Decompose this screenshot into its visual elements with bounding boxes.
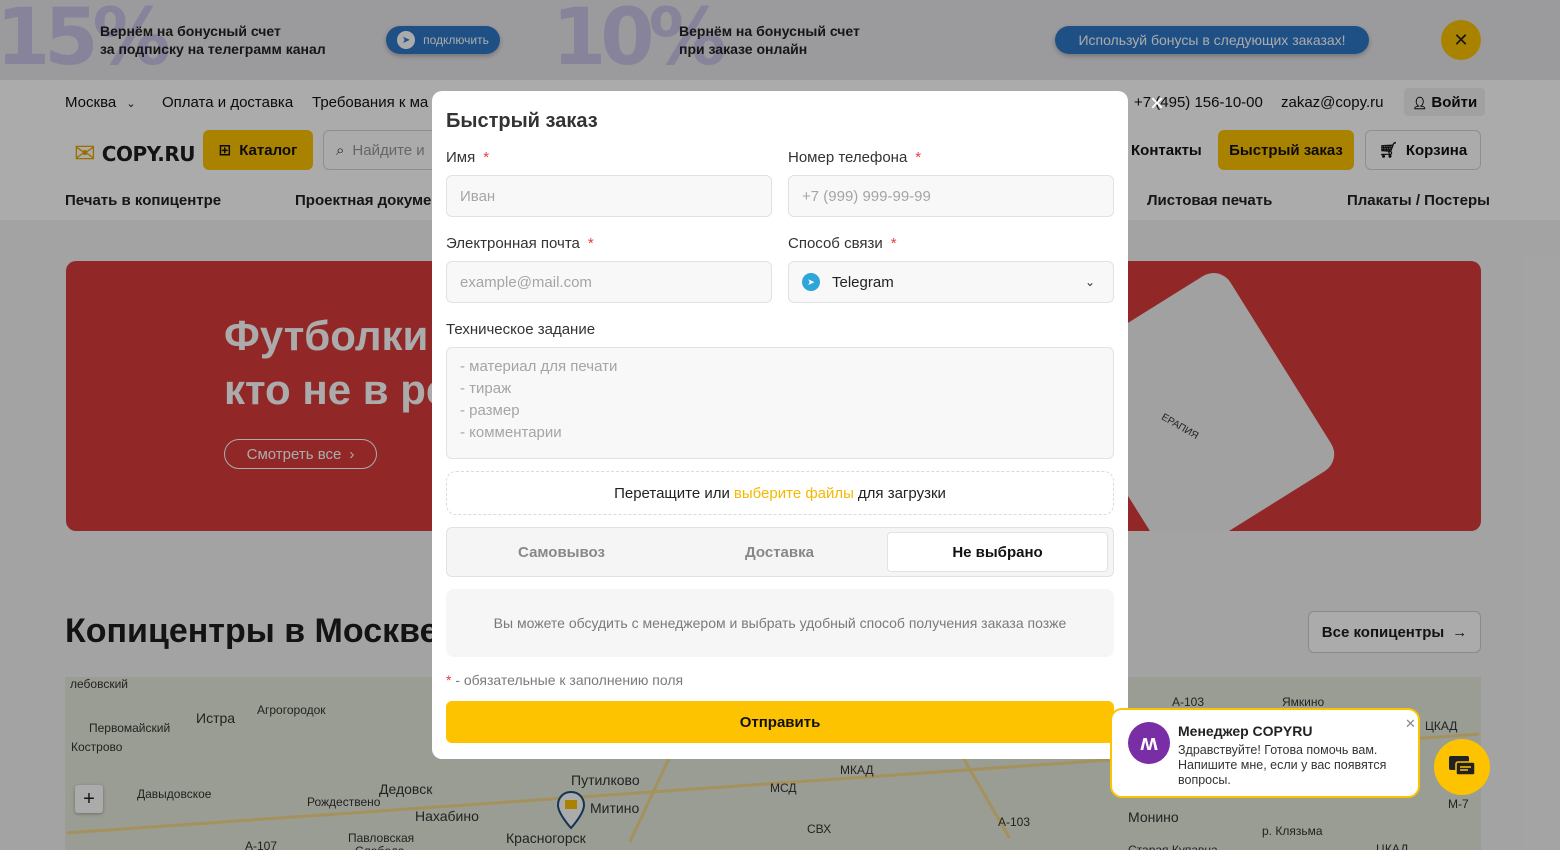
chat-manager-name: Менеджер COPYRU	[1178, 723, 1313, 739]
phone-label: Номер телефона *	[788, 149, 922, 166]
manager-avatar: ʍ	[1128, 722, 1170, 764]
choose-files-link[interactable]: выберите файлы	[734, 485, 854, 502]
email-input[interactable]: example@mail.com	[446, 261, 772, 303]
delivery-info-box: Вы можете обсудить с менеджером и выбрат…	[446, 589, 1114, 657]
name-input[interactable]: Иван	[446, 175, 772, 217]
close-icon: ×	[1150, 90, 1165, 117]
email-label: Электронная почта *	[446, 235, 594, 252]
phone-input[interactable]: +7 (999) 999-99-99	[788, 175, 1114, 217]
file-upload-dropzone[interactable]: Перетащите или выберите файлы для загруз…	[446, 471, 1114, 515]
tech-task-placeholder-line: - комментарии	[460, 424, 562, 441]
delivery-method-switch: Самовывоз Доставка Не выбрано	[446, 527, 1114, 577]
chevron-down-icon: ⌄	[1084, 275, 1095, 289]
delivery-option-pickup[interactable]: Самовывоз	[451, 532, 672, 572]
chat-bubbles-icon	[1449, 756, 1476, 776]
chat-open-button[interactable]	[1434, 739, 1490, 795]
telegram-icon: ➤	[802, 273, 820, 291]
quick-order-modal: Быстрый заказ Имя * Иван Номер телефона * …	[432, 91, 1128, 759]
tech-task-label: Техническое задание	[446, 321, 596, 338]
chat-message: Здравствуйте! Готова помочь вам. Напишит…	[1178, 743, 1387, 787]
upload-text-prefix: Перетащите или	[614, 484, 730, 502]
modal-title: Быстрый заказ	[446, 110, 598, 132]
chat-popup[interactable]: ʍ Менеджер COPYRU Здравствуйте! Готова п…	[1110, 708, 1420, 798]
delivery-option-delivery[interactable]: Доставка	[669, 532, 890, 572]
tech-task-placeholder-line: - тираж	[460, 380, 512, 397]
contact-method-value: Telegram	[832, 273, 894, 291]
chat-close-button[interactable]: ✕	[1405, 716, 1416, 732]
delivery-option-not-selected[interactable]: Не выбрано	[887, 532, 1108, 572]
contact-method-select[interactable]: ➤ Telegram ⌄	[788, 261, 1114, 303]
tech-task-placeholder-line: - материал для печати	[460, 358, 618, 375]
tech-task-placeholder-line: - размер	[460, 402, 520, 419]
submit-button[interactable]: Отправить	[446, 701, 1114, 743]
modal-close-button[interactable]: ×	[1150, 92, 1164, 116]
name-label: Имя *	[446, 149, 490, 166]
required-fields-note: * - обязательные к заполнению поля	[446, 672, 684, 688]
tech-task-textarea[interactable]: - материал для печати - тираж - размер -…	[446, 347, 1114, 459]
upload-text-suffix: для загрузки	[857, 484, 946, 502]
contact-method-label: Способ связи *	[788, 235, 897, 252]
